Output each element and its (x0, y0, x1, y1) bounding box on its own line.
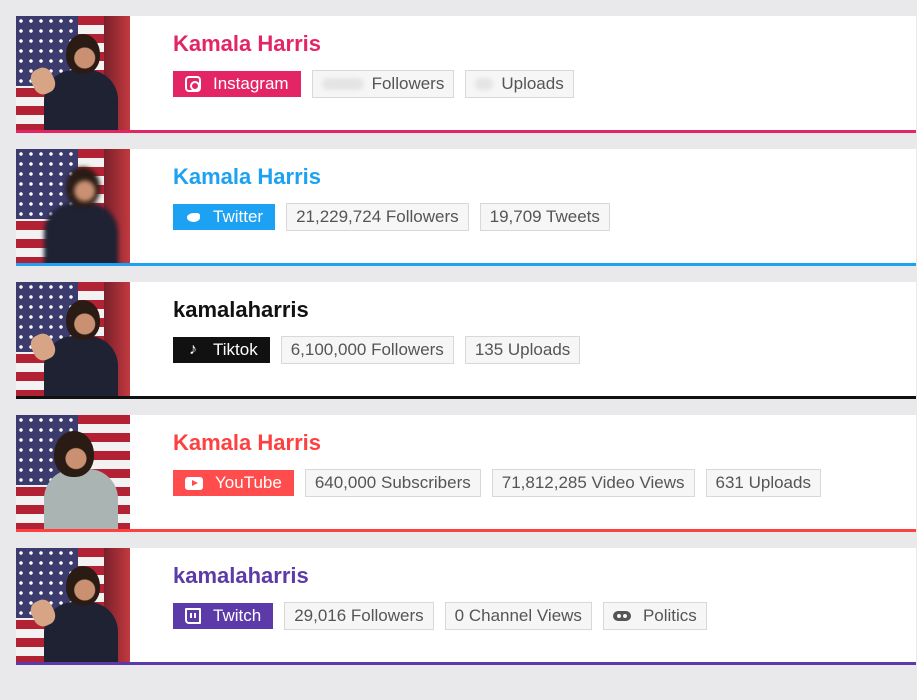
stat-uploads: Uploads (465, 70, 574, 98)
card-accent-bar (16, 396, 916, 399)
stat-uploads: 631 Uploads (705, 469, 821, 497)
profile-name[interactable]: Kamala Harris (173, 31, 574, 57)
card-accent-bar (16, 130, 916, 133)
tiktok-note-icon: ♪ (189, 341, 197, 358)
avatar (16, 415, 130, 529)
stat-channel-views: 0 Channel Views (444, 602, 592, 630)
platform-badge-twitter[interactable]: Twitter (173, 204, 276, 230)
card-accent-bar (16, 263, 916, 266)
profile-name[interactable]: kamalaharris (173, 297, 580, 323)
stat-followers: 6,100,000 Followers (280, 336, 454, 364)
avatar (16, 282, 130, 396)
profile-name[interactable]: Kamala Harris (173, 164, 610, 190)
platform-label: Tiktok (213, 340, 258, 359)
platform-label: Instagram (213, 74, 289, 93)
platform-badge-youtube[interactable]: YouTube (173, 470, 294, 496)
stat-followers: 21,229,724 Followers (286, 203, 469, 231)
profile-name[interactable]: Kamala Harris (173, 430, 821, 456)
profile-card-twitter[interactable]: Kamala Harris Twitter 21,229,724 Followe… (16, 149, 916, 266)
avatar (16, 548, 130, 662)
platform-label: Twitch (213, 606, 262, 625)
stat-uploads: 135 Uploads (464, 336, 581, 364)
profile-card-instagram[interactable]: Kamala Harris Instagram Followers Upload… (16, 16, 916, 133)
card-accent-bar (16, 529, 916, 532)
stat-followers: 29,016 Followers (284, 602, 434, 630)
platform-label: YouTube (215, 473, 282, 492)
profile-card-youtube[interactable]: Kamala Harris YouTube 640,000 Subscriber… (16, 415, 916, 532)
platform-badge-twitch[interactable]: Twitch (173, 603, 274, 629)
stat-followers: Followers (311, 70, 455, 98)
stat-category: Politics (602, 602, 707, 630)
profile-name[interactable]: kamalaharris (173, 563, 707, 589)
twitter-bird-icon (185, 209, 201, 225)
platform-label: Twitter (213, 207, 264, 226)
avatar (16, 16, 130, 130)
profile-card-list: Kamala Harris Instagram Followers Upload… (16, 16, 916, 681)
youtube-play-icon (185, 476, 203, 490)
platform-badge-instagram[interactable]: Instagram (173, 71, 301, 97)
platform-badge-tiktok[interactable]: ♪ Tiktok (173, 337, 270, 363)
instagram-icon (185, 76, 201, 92)
stat-tweets: 19,709 Tweets (479, 203, 610, 231)
twitch-icon (185, 608, 201, 624)
profile-card-tiktok[interactable]: kamalaharris ♪ Tiktok 6,100,000 Follower… (16, 282, 916, 399)
stat-video-views: 71,812,285 Video Views (491, 469, 695, 497)
stat-subscribers: 640,000 Subscribers (304, 469, 481, 497)
card-accent-bar (16, 662, 916, 665)
gamepad-icon (612, 611, 631, 621)
avatar (16, 149, 130, 263)
profile-card-twitch[interactable]: kamalaharris Twitch 29,016 Followers 0 C… (16, 548, 916, 665)
